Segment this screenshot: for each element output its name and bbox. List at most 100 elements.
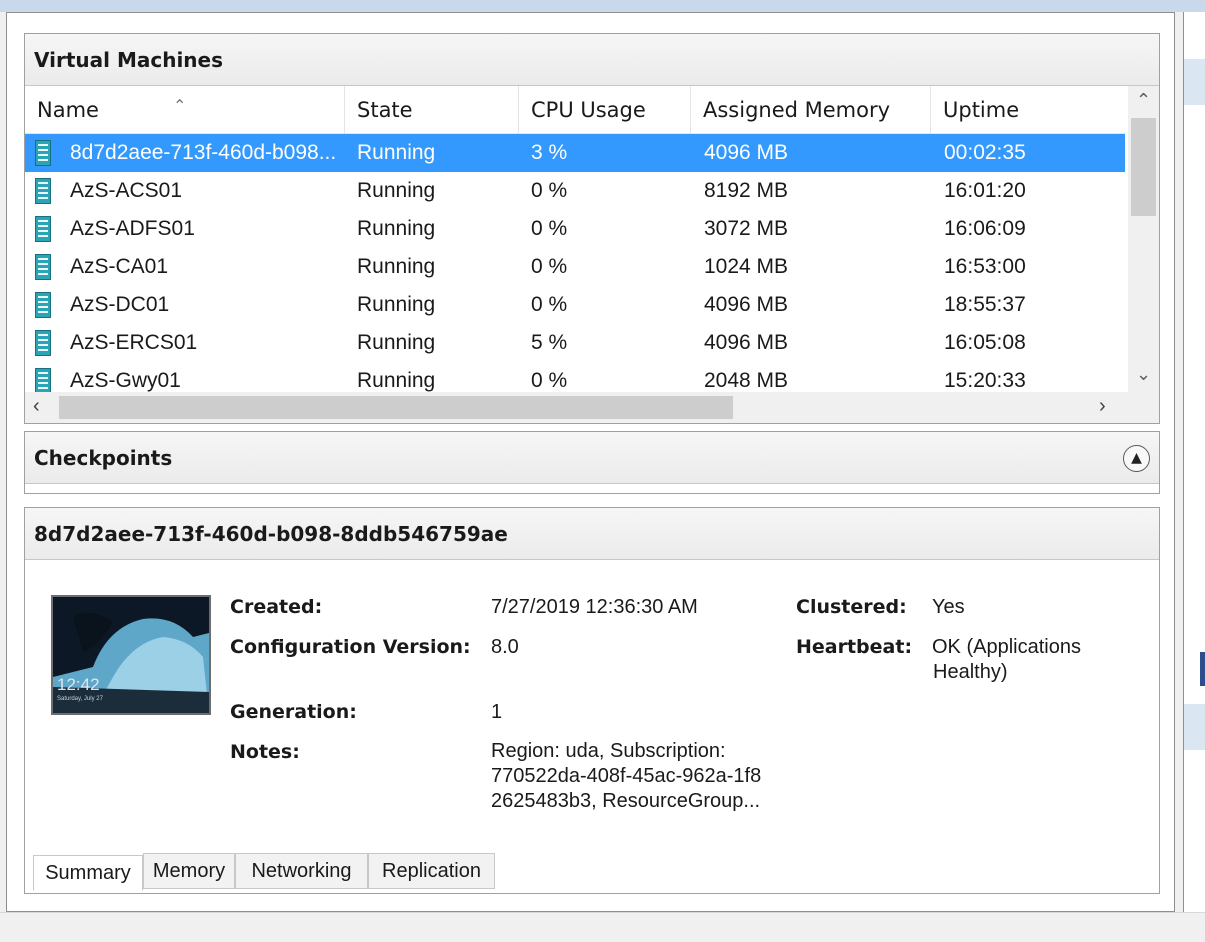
virtual-machine-icon bbox=[35, 140, 51, 166]
notes-line: 770522da-408f-45ac-962a-1f8 bbox=[491, 765, 762, 787]
column-header-name-label: Name bbox=[37, 98, 99, 122]
scroll-down-icon[interactable]: ⌄ bbox=[1128, 364, 1159, 385]
heartbeat-line: OK (Applications bbox=[932, 636, 1081, 658]
actions-pane bbox=[1183, 12, 1205, 912]
thumbnail-date: Saturday, July 27 bbox=[57, 696, 103, 702]
column-header-row: Name ⌃ State CPU Usage Assigned Memory U… bbox=[25, 86, 1125, 134]
generation-label: Generation: bbox=[230, 701, 357, 723]
column-header-uptime[interactable]: Uptime bbox=[931, 86, 1125, 134]
vm-name: AzS-Gwy01 bbox=[70, 369, 181, 392]
vm-name: 8d7d2aee-713f-460d-b098... bbox=[70, 141, 337, 164]
vertical-scroll-thumb[interactable] bbox=[1131, 118, 1156, 216]
vm-uptime: 16:01:20 bbox=[944, 179, 1026, 202]
column-header-cpu-usage[interactable]: CPU Usage bbox=[519, 86, 691, 134]
vm-uptime: 15:20:33 bbox=[944, 369, 1026, 392]
vm-cpu-usage: 0 % bbox=[531, 255, 568, 278]
vm-details-panel: 8d7d2aee-713f-460d-b098-8ddb546759ae 12:… bbox=[24, 507, 1160, 894]
configuration-version-label: Configuration Version: bbox=[230, 636, 471, 658]
status-bar bbox=[0, 912, 1205, 942]
scroll-left-icon[interactable]: ‹ bbox=[33, 395, 40, 418]
tab-memory[interactable]: Memory bbox=[143, 853, 235, 889]
notes-line: Region: uda, Subscription: bbox=[491, 740, 726, 762]
window-top-strip bbox=[0, 0, 1205, 12]
vm-cpu-usage: 0 % bbox=[531, 179, 568, 202]
vm-row[interactable]: AzS-DC01 Running 0 % 4096 MB 18:55:37 bbox=[25, 286, 1125, 324]
vm-name: AzS-ERCS01 bbox=[70, 331, 198, 354]
vm-name: AzS-DC01 bbox=[70, 293, 170, 316]
vm-state: Running bbox=[357, 369, 436, 392]
clustered-label: Clustered: bbox=[796, 596, 907, 618]
notes-label: Notes: bbox=[230, 741, 300, 763]
tab-summary[interactable]: Summary bbox=[33, 855, 143, 891]
vm-assigned-memory: 4096 MB bbox=[704, 331, 789, 354]
vm-row[interactable]: AzS-ACS01 Running 0 % 8192 MB 16:01:20 bbox=[25, 172, 1125, 210]
configuration-version-value: 8.0 bbox=[491, 636, 519, 658]
main-pane: Virtual Machines Name ⌃ State CPU Usage … bbox=[6, 12, 1175, 912]
notes-line: 2625483b3, ResourceGroup... bbox=[491, 790, 761, 812]
vm-cpu-usage: 0 % bbox=[531, 217, 568, 240]
vm-state: Running bbox=[357, 217, 436, 240]
vm-screen-thumbnail[interactable]: 12:42 Saturday, July 27 bbox=[51, 595, 211, 715]
checkpoints-title: Checkpoints bbox=[34, 446, 173, 470]
vm-row[interactable]: AzS-ADFS01 Running 0 % 3072 MB 16:06:09 bbox=[25, 210, 1125, 248]
virtual-machine-icon bbox=[35, 216, 51, 242]
heartbeat-label: Heartbeat: bbox=[796, 636, 913, 658]
vm-state: Running bbox=[357, 293, 436, 316]
vm-cpu-usage: 3 % bbox=[531, 141, 568, 164]
vm-name: AzS-ADFS01 bbox=[70, 217, 195, 240]
vm-row[interactable]: 8d7d2aee-713f-460d-b098... Running 3 % 4… bbox=[25, 134, 1125, 172]
vm-state: Running bbox=[357, 255, 436, 278]
clustered-value: Yes bbox=[932, 596, 965, 618]
vm-row[interactable]: AzS-Gwy01 Running 0 % 2048 MB 15:20:33 bbox=[25, 362, 1125, 392]
vm-cpu-usage: 5 % bbox=[531, 331, 568, 354]
vm-row[interactable]: AzS-ERCS01 Running 5 % 4096 MB 16:05:08 bbox=[25, 324, 1125, 362]
vm-row[interactable]: AzS-CA01 Running 0 % 1024 MB 16:53:00 bbox=[25, 248, 1125, 286]
vm-name: AzS-CA01 bbox=[70, 255, 169, 278]
vm-name: AzS-ACS01 bbox=[70, 179, 183, 202]
vm-assigned-memory: 4096 MB bbox=[704, 293, 789, 316]
vm-state: Running bbox=[357, 331, 436, 354]
vm-assigned-memory: 1024 MB bbox=[704, 255, 789, 278]
vm-uptime: 16:06:09 bbox=[944, 217, 1026, 240]
sort-ascending-icon: ⌃ bbox=[173, 96, 187, 115]
vm-uptime: 18:55:37 bbox=[944, 293, 1026, 316]
vm-assigned-memory: 4096 MB bbox=[704, 141, 789, 164]
column-header-assigned-memory[interactable]: Assigned Memory bbox=[691, 86, 931, 134]
notes-value: Region: uda, Subscription: 770522da-408f… bbox=[491, 739, 761, 814]
horizontal-scrollbar[interactable]: ‹ › bbox=[25, 392, 1159, 423]
vm-uptime: 16:53:00 bbox=[944, 255, 1026, 278]
horizontal-scroll-thumb[interactable] bbox=[59, 396, 733, 419]
tab-replication[interactable]: Replication bbox=[368, 853, 495, 889]
checkpoints-header: Checkpoints ▲ bbox=[25, 432, 1159, 484]
column-header-state[interactable]: State bbox=[345, 86, 519, 134]
vm-assigned-memory: 8192 MB bbox=[704, 179, 789, 202]
collapse-up-icon[interactable]: ▲ bbox=[1123, 445, 1150, 472]
vertical-scrollbar[interactable]: ⌃ ⌄ bbox=[1128, 86, 1159, 392]
vm-state: Running bbox=[357, 141, 436, 164]
column-header-name[interactable]: Name ⌃ bbox=[25, 86, 345, 134]
created-label: Created: bbox=[230, 596, 323, 618]
vm-uptime: 16:05:08 bbox=[944, 331, 1026, 354]
scroll-right-icon[interactable]: › bbox=[1099, 395, 1106, 418]
vm-details-header: 8d7d2aee-713f-460d-b098-8ddb546759ae bbox=[25, 508, 1159, 560]
virtual-machine-icon bbox=[35, 178, 51, 204]
actions-section-band bbox=[1184, 704, 1205, 750]
vm-assigned-memory: 3072 MB bbox=[704, 217, 789, 240]
actions-partial-icon bbox=[1200, 652, 1205, 686]
tab-networking[interactable]: Networking bbox=[235, 853, 368, 889]
checkpoints-panel: Checkpoints ▲ bbox=[24, 431, 1160, 494]
virtual-machine-icon bbox=[35, 368, 51, 392]
virtual-machine-icon bbox=[35, 330, 51, 356]
heartbeat-line: Healthy) bbox=[933, 661, 1008, 683]
vm-cpu-usage: 0 % bbox=[531, 293, 568, 316]
actions-header-band bbox=[1184, 59, 1205, 105]
created-value: 7/27/2019 12:36:30 AM bbox=[491, 596, 698, 618]
scroll-up-icon[interactable]: ⌃ bbox=[1128, 90, 1159, 111]
heartbeat-value: OK (Applications Healthy) bbox=[932, 635, 1081, 685]
virtual-machines-panel: Virtual Machines Name ⌃ State CPU Usage … bbox=[24, 33, 1160, 424]
vm-list: 8d7d2aee-713f-460d-b098... Running 3 % 4… bbox=[25, 134, 1125, 392]
vm-uptime: 00:02:35 bbox=[944, 141, 1026, 164]
virtual-machines-header: Virtual Machines bbox=[25, 34, 1159, 86]
virtual-machine-icon bbox=[35, 292, 51, 318]
virtual-machine-icon bbox=[35, 254, 51, 280]
